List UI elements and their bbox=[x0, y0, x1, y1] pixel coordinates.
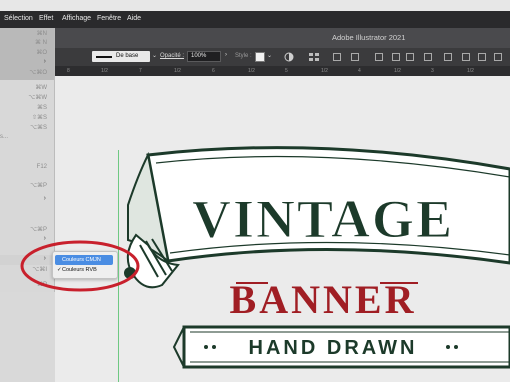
ruler-tick: 5 bbox=[285, 68, 288, 74]
shortcut-label: F12 bbox=[36, 164, 47, 170]
title-vintage: VINTAGE bbox=[192, 189, 454, 249]
style-swatch[interactable] bbox=[255, 52, 265, 62]
ruler-tick: 1/2 bbox=[394, 68, 401, 74]
menu-item[interactable]: ⌘ N bbox=[0, 38, 54, 48]
shortcut-label: ⌥⌘S bbox=[30, 125, 47, 131]
shortcut-label: ⌥⌘P bbox=[30, 183, 47, 189]
menu-item[interactable]: ⌘O bbox=[0, 48, 54, 58]
menu-item-label: s... bbox=[0, 134, 9, 140]
shortcut-label: ⌥⌘P bbox=[30, 227, 47, 233]
align-left-icon[interactable] bbox=[333, 53, 341, 61]
vintage-banner-artwork[interactable]: VINTAGE BANNER HAND DRAWN bbox=[118, 145, 510, 382]
ruler-tick: 1/2 bbox=[467, 68, 474, 74]
ruler-tick: 1/2 bbox=[248, 68, 255, 74]
menu-item[interactable]: s... bbox=[0, 133, 54, 143]
align-right-icon[interactable] bbox=[375, 53, 383, 61]
shortcut-label: ⌥⌘W bbox=[28, 95, 47, 101]
menu-item[interactable]: F12 bbox=[0, 163, 54, 173]
menu-bar: Sélection Effet Affichage Fenêtre Aide bbox=[0, 11, 510, 28]
stroke-style-select[interactable]: De base bbox=[92, 51, 150, 62]
distribute-vertical-icon[interactable] bbox=[462, 53, 470, 61]
menu-selection[interactable]: Sélection bbox=[4, 15, 33, 22]
distribute-icon[interactable] bbox=[444, 53, 452, 61]
ruler-tick: 3 bbox=[431, 68, 434, 74]
chevron-right-icon[interactable]: › bbox=[225, 52, 227, 58]
menu-item[interactable]: ⌥⌘P bbox=[0, 181, 54, 191]
shortcut-label: ⌘W bbox=[35, 85, 47, 91]
recolor-icon[interactable] bbox=[284, 52, 294, 62]
opacity-value: 100% bbox=[191, 53, 207, 59]
chevron-right-icon: › bbox=[43, 195, 46, 202]
menu-affichage[interactable]: Affichage bbox=[62, 15, 91, 22]
chevron-right-icon: › bbox=[43, 58, 46, 65]
menu-item[interactable]: › bbox=[0, 58, 54, 68]
menu-fenetre[interactable]: Fenêtre bbox=[97, 15, 121, 22]
shortcut-label: ⌘ N bbox=[35, 40, 47, 46]
style-label: Style : bbox=[235, 53, 252, 59]
shortcut-label: ⌘S bbox=[36, 105, 47, 111]
shortcut-label: ⌥⌘O bbox=[29, 70, 47, 76]
opacity-label[interactable]: Opacité : bbox=[160, 53, 184, 59]
ruler-tick: 6 bbox=[212, 68, 215, 74]
ruler-tick: 1/2 bbox=[174, 68, 181, 74]
menu-item[interactable]: ⌘W bbox=[0, 83, 54, 93]
menu-item[interactable]: ⌥⌘S bbox=[0, 123, 54, 133]
align-bottom-icon[interactable] bbox=[424, 53, 432, 61]
menu-aide[interactable]: Aide bbox=[127, 15, 141, 22]
chevron-down-icon[interactable]: ⌄ bbox=[152, 52, 157, 59]
ruler-tick: 1/2 bbox=[321, 68, 328, 74]
ruler-tick: 7 bbox=[139, 68, 142, 74]
ruler-tick: 8 bbox=[67, 68, 70, 74]
shortcut-label: ⌘N bbox=[36, 31, 47, 37]
chevron-down-icon[interactable]: ⌄ bbox=[267, 52, 272, 59]
control-bar: De base ⌄ Opacité : 100% › Style : ⌄ bbox=[54, 48, 510, 67]
stroke-preview bbox=[96, 56, 112, 58]
align-grid-icon[interactable] bbox=[308, 52, 320, 62]
transform-icon[interactable] bbox=[494, 53, 502, 61]
menu-item[interactable]: ⌥⌘W bbox=[0, 93, 54, 103]
menu-item[interactable]: ⌥⌘O bbox=[0, 68, 54, 78]
menu-item[interactable]: ⇧⌘S bbox=[0, 113, 54, 123]
menu-item[interactable]: › bbox=[0, 195, 54, 205]
app-title-bar: Adobe Illustrator 2021 bbox=[54, 28, 510, 48]
ruler-tick: 1/2 bbox=[101, 68, 108, 74]
menu-effet[interactable]: Effet bbox=[39, 15, 53, 22]
opacity-input[interactable]: 100% bbox=[187, 51, 221, 62]
menu-item[interactable]: ⌥⌘P bbox=[0, 225, 54, 235]
align-center-icon[interactable] bbox=[351, 53, 359, 61]
align-middle-icon[interactable] bbox=[406, 53, 414, 61]
window-title: Adobe Illustrator 2021 bbox=[332, 33, 406, 42]
annotation-circle bbox=[20, 240, 140, 292]
menu-item[interactable]: ⌘S bbox=[0, 103, 54, 113]
shortcut-label: ⌘O bbox=[36, 50, 47, 56]
align-top-icon[interactable] bbox=[392, 53, 400, 61]
title-hand-drawn: HAND DRAWN bbox=[249, 337, 418, 359]
shortcut-label: ⇧⌘S bbox=[31, 115, 47, 121]
distribute-horizontal-icon[interactable] bbox=[478, 53, 486, 61]
ruler-tick: 4 bbox=[358, 68, 361, 74]
horizontal-ruler[interactable]: 8 1/2 7 1/2 6 1/2 5 1/2 4 1/2 3 1/2 bbox=[54, 66, 510, 76]
stroke-style-label: De base bbox=[116, 53, 139, 59]
